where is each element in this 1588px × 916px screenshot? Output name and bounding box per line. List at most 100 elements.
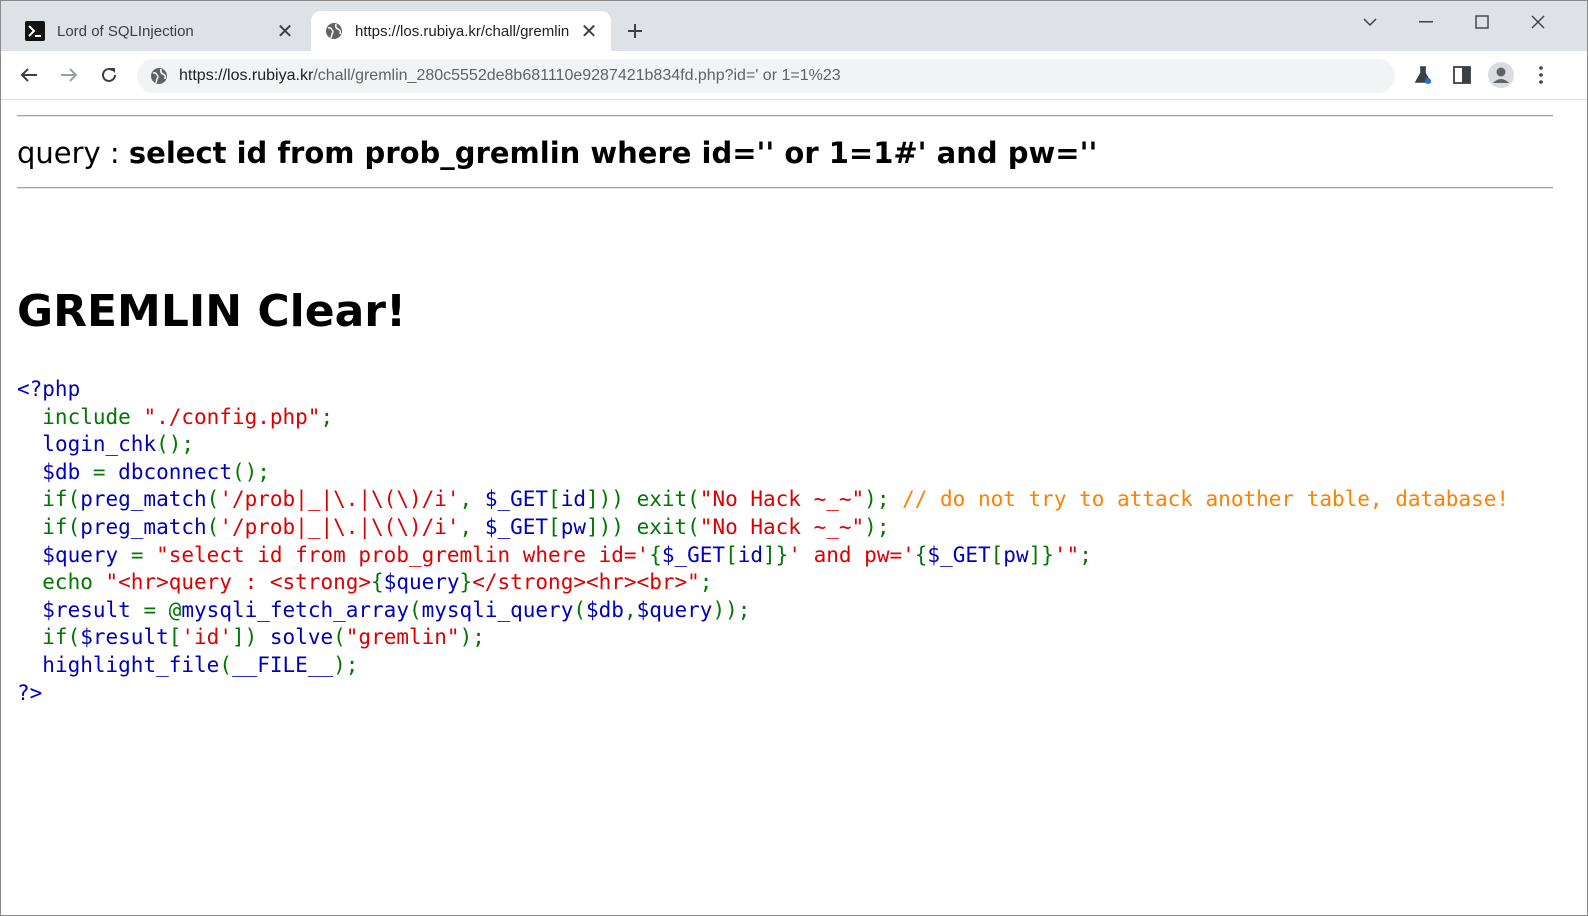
code-token: $query	[636, 597, 713, 622]
code-line: if(preg_match('/prob|_|\.|\(\)/i', $_GET…	[17, 486, 1509, 514]
code-token: ])	[231, 625, 270, 650]
code-token: <?php	[17, 377, 81, 401]
code-token: (	[408, 597, 422, 622]
profile-avatar-icon[interactable]	[1487, 61, 1515, 89]
code-token: $_GET	[661, 542, 726, 567]
code-token: preg_match	[80, 514, 207, 539]
code-token: {	[371, 570, 384, 595]
code-token: id	[560, 487, 586, 512]
code-token: dbconnect	[118, 459, 232, 484]
clear-message: GREMLIN Clear!	[17, 286, 407, 337]
code-token: ));	[712, 597, 751, 622]
code-token: "./config.php"	[143, 404, 321, 429]
code-token: solve	[269, 625, 334, 650]
source-code-block: <?php include "./config.php"; login_chk(…	[17, 376, 1509, 707]
code-line: highlight_file(__FILE__);	[17, 652, 1509, 680]
code-token: ();	[156, 432, 195, 457]
code-token: id	[737, 542, 764, 567]
tab-title: https://los.rubiya.kr/chall/gremlin	[355, 22, 570, 40]
code-token: __FILE__	[231, 652, 334, 677]
code-token: $_GET	[484, 514, 549, 539]
code-token: if(	[17, 514, 81, 539]
code-token: highlight_file	[42, 652, 220, 677]
code-token: $_GET	[484, 487, 549, 512]
code-token: echo	[17, 570, 106, 595]
code-token: );	[459, 625, 485, 650]
query-line: query : select id from prob_gremlin wher…	[17, 136, 1097, 170]
tab-strip: Lord of SQLInjection ✕ https://los.rubiy…	[1, 1, 1587, 51]
bottom-divider	[17, 187, 1553, 189]
close-tab-icon[interactable]: ✕	[275, 21, 295, 43]
code-token: );	[333, 652, 359, 677]
code-token: // do not try to attack another table, d…	[902, 487, 1509, 512]
code-token: );	[864, 514, 890, 539]
code-token: ?>	[17, 680, 43, 705]
code-token: ' and pw='	[788, 542, 915, 567]
code-token: }	[459, 570, 473, 595]
code-token: preg_match	[80, 487, 207, 512]
code-token: ,	[623, 597, 637, 622]
reload-button[interactable]	[95, 61, 123, 89]
code-line: login_chk();	[17, 431, 1509, 459]
new-tab-button[interactable]	[623, 19, 647, 43]
code-token: ;	[320, 404, 334, 429]
code-token: ,	[459, 487, 485, 512]
code-token: =	[130, 542, 157, 567]
code-token: </strong><hr><br>"	[472, 570, 700, 595]
tab-title: Lord of SQLInjection	[57, 22, 194, 40]
code-token: if(	[17, 625, 81, 650]
maximize-button[interactable]	[1459, 7, 1505, 37]
code-token: (	[219, 652, 232, 677]
code-token: $_GET	[927, 542, 991, 567]
menu-kebab-icon[interactable]	[1527, 61, 1555, 89]
code-token: );	[864, 487, 903, 512]
address-bar[interactable]: https://los.rubiya.kr/chall/gremlin_280c…	[137, 59, 1395, 93]
code-token: "No Hack ~_~"	[699, 487, 865, 512]
forward-button[interactable]	[55, 61, 83, 89]
tab-search-icon[interactable]	[1347, 7, 1393, 37]
code-token: ])) exit(	[586, 487, 700, 512]
url-text: https://los.rubiya.kr/chall/gremlin_280c…	[179, 67, 841, 85]
code-line: $db = dbconnect();	[17, 459, 1509, 487]
code-line: $query = "select id from prob_gremlin wh…	[17, 542, 1509, 570]
code-line: <?php	[17, 376, 1509, 404]
close-tab-icon[interactable]: ✕	[579, 21, 599, 43]
code-token: ,	[459, 514, 485, 539]
query-label: query :	[17, 136, 129, 170]
code-token: $query	[383, 570, 460, 595]
code-token: "<hr>query : <strong>	[105, 570, 372, 595]
site-info-icon[interactable]	[149, 66, 169, 86]
minimize-button[interactable]	[1403, 7, 1449, 37]
code-token: {	[914, 542, 928, 567]
code-token: (	[333, 625, 346, 650]
code-token: ]}	[1028, 542, 1054, 567]
code-token: $result	[80, 625, 169, 650]
code-token: [	[725, 542, 738, 567]
code-token: '/prob|_|\.|\(\)/i'	[219, 487, 460, 512]
labs-flask-icon[interactable]	[1409, 61, 1437, 89]
code-token: [	[548, 514, 561, 539]
code-token: '/prob|_|\.|\(\)/i'	[219, 514, 460, 539]
code-line: $result = @mysqli_fetch_array(mysqli_que…	[17, 597, 1509, 625]
close-window-button[interactable]	[1515, 7, 1561, 37]
code-token: {	[649, 542, 662, 567]
code-token: mysqli_fetch_array	[181, 597, 409, 622]
side-panel-icon[interactable]	[1448, 61, 1476, 89]
tab-gremlin[interactable]: https://los.rubiya.kr/chall/gremlin ✕	[311, 11, 611, 51]
code-token: [	[168, 625, 182, 650]
code-token: if(	[17, 487, 81, 512]
code-token: ])) exit(	[586, 514, 700, 539]
code-line: if(preg_match('/prob|_|\.|\(\)/i', $_GET…	[17, 514, 1509, 542]
code-token: (	[206, 514, 220, 539]
code-line: echo "<hr>query : <strong>{$query}</stro…	[17, 569, 1509, 597]
code-token: $result	[42, 597, 144, 622]
back-button[interactable]	[15, 61, 43, 89]
code-token: =	[92, 459, 119, 484]
toolbar: https://los.rubiya.kr/chall/gremlin_280c…	[1, 51, 1587, 100]
code-token: ;	[699, 570, 713, 595]
tab-lord-of-sqlinjection[interactable]: Lord of SQLInjection ✕	[9, 11, 307, 51]
